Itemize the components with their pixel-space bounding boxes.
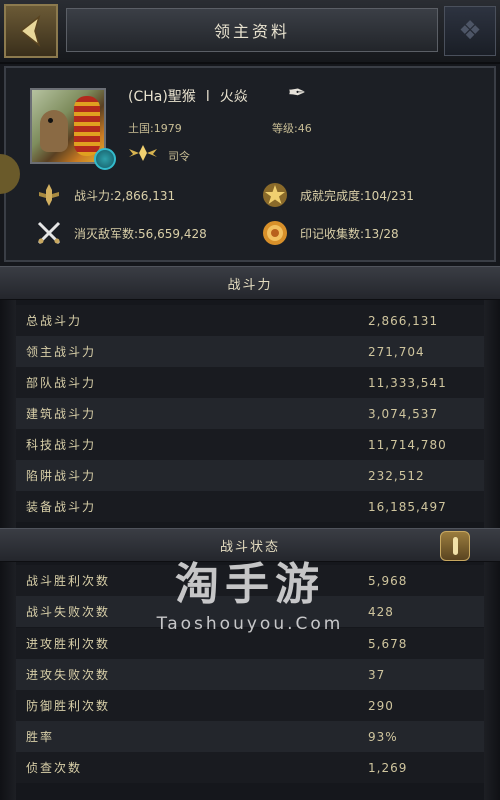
guild-emblem-icon[interactable]: ❖ <box>444 6 496 56</box>
stat-seals[interactable]: 印记收集数:13/28 <box>260 218 399 248</box>
power-row-label: 部队战斗力 <box>26 376 97 390</box>
battle-row-value: 5,678 <box>368 636 408 651</box>
section-power-title: 战斗力 <box>227 277 273 293</box>
lord-name: (CHa)聖猴 l 火焱 <box>128 86 248 106</box>
power-row: 科技战斗力 11,714,780 <box>16 429 484 460</box>
stat-kills: 消灭敌军数:56,659,428 <box>34 218 207 248</box>
power-row-value: 3,074,537 <box>368 406 439 421</box>
achievement-star-icon <box>260 180 290 210</box>
battle-row: 防御胜利次数 290 <box>16 690 484 721</box>
stat-power: 战斗力:2,866,131 <box>34 180 175 210</box>
battle-row-label: 战斗失败次数 <box>26 605 111 619</box>
lord-name-text: (CHa)聖猴 <box>128 89 196 105</box>
seal-medal-icon <box>260 218 290 248</box>
info-icon <box>452 537 458 555</box>
power-row-label: 建筑战斗力 <box>26 407 97 421</box>
title-plate: 领主资料 <box>66 8 438 52</box>
power-row-label: 领主战斗力 <box>26 345 97 359</box>
battle-row-value: 1,269 <box>368 760 408 775</box>
back-arrow-icon <box>19 14 41 48</box>
lord-nickname: 火焱 <box>219 89 248 105</box>
power-row: 部队战斗力 11,333,541 <box>16 367 484 398</box>
battle-row: 战斗胜利次数 5,968 <box>16 565 484 596</box>
section-power-header: 战斗力 <box>0 266 500 300</box>
stat-achievement-text: 成就完成度:104/231 <box>300 188 414 203</box>
crossed-swords-icon <box>34 218 64 248</box>
power-row-label: 总战斗力 <box>26 314 83 328</box>
top-bar: 领主资料 ❖ <box>0 0 500 64</box>
battle-row: 进攻胜利次数 5,678 <box>16 628 484 659</box>
power-row: 陷阱战斗力 232,512 <box>16 460 484 491</box>
quill-edit-icon[interactable]: ✒ <box>282 78 312 108</box>
info-button[interactable] <box>440 531 470 561</box>
power-row-label: 陷阱战斗力 <box>26 469 97 483</box>
corn-figure <box>74 96 100 156</box>
power-row: 装备战斗力 16,185,497 <box>16 491 484 522</box>
side-tab[interactable] <box>0 154 20 194</box>
power-row-value: 16,185,497 <box>368 499 447 514</box>
battle-row-label: 侦查次数 <box>26 761 83 775</box>
battle-row-label: 胜率 <box>26 730 55 744</box>
battle-row-value: 5,968 <box>368 573 408 588</box>
stat-kills-text: 消灭敌军数:56,659,428 <box>74 226 207 241</box>
stat-power-text: 战斗力:2,866,131 <box>74 188 176 203</box>
stat-seals-text: 印记收集数:13/28 <box>300 226 399 241</box>
section-battle-title: 战斗状态 <box>219 539 280 555</box>
battle-row-label: 防御胜利次数 <box>26 699 111 713</box>
power-row-value: 11,714,780 <box>368 437 447 452</box>
power-row-value: 271,704 <box>368 344 425 359</box>
power-row-value: 11,333,541 <box>368 375 447 390</box>
battle-row-label: 进攻失败次数 <box>26 668 111 682</box>
battle-row-label: 战斗胜利次数 <box>26 574 111 588</box>
land-label: 土国:1979 <box>128 122 182 135</box>
battle-row-value: 93% <box>368 729 398 744</box>
power-row-value: 2,866,131 <box>368 313 439 328</box>
squirrel-eye <box>48 118 53 123</box>
battle-row: 胜率 93% <box>16 721 484 752</box>
power-row-label: 装备战斗力 <box>26 500 97 514</box>
back-button[interactable] <box>4 4 58 58</box>
name-separator: l <box>205 89 210 105</box>
rank-wings-icon <box>128 142 158 164</box>
lord-profile-card: (CHa)聖猴 l 火焱 ✒ 土国:1979 等级:46 司令 战斗力:2,866,… <box>0 66 496 262</box>
battle-row-value: 37 <box>368 667 386 682</box>
power-row: 建筑战斗力 3,074,537 <box>16 398 484 429</box>
battle-row-value: 428 <box>368 604 394 619</box>
level-label: 等级:46 <box>272 122 312 135</box>
battle-row: 进攻失败次数 37 <box>16 659 484 690</box>
battle-row: 战斗失败次数 428 <box>16 596 484 627</box>
page-title: 领主资料 <box>213 22 290 41</box>
squirrel-figure <box>40 110 68 152</box>
power-row-label: 科技战斗力 <box>26 438 97 452</box>
power-row: 领主战斗力 271,704 <box>16 336 484 367</box>
power-row: 总战斗力 2,866,131 <box>16 305 484 336</box>
sword-shield-icon <box>34 180 64 210</box>
power-row-value: 232,512 <box>368 468 425 483</box>
stat-achievement[interactable]: 成就完成度:104/231 <box>260 180 414 210</box>
battle-row-label: 进攻胜利次数 <box>26 637 111 651</box>
section-battle-header: 战斗状态 <box>0 528 500 562</box>
battle-row-value: 290 <box>368 698 394 713</box>
rank-label: 司令 <box>168 150 190 163</box>
refresh-avatar-icon[interactable] <box>94 148 116 170</box>
battle-row: 侦查次数 1,269 <box>16 752 484 783</box>
